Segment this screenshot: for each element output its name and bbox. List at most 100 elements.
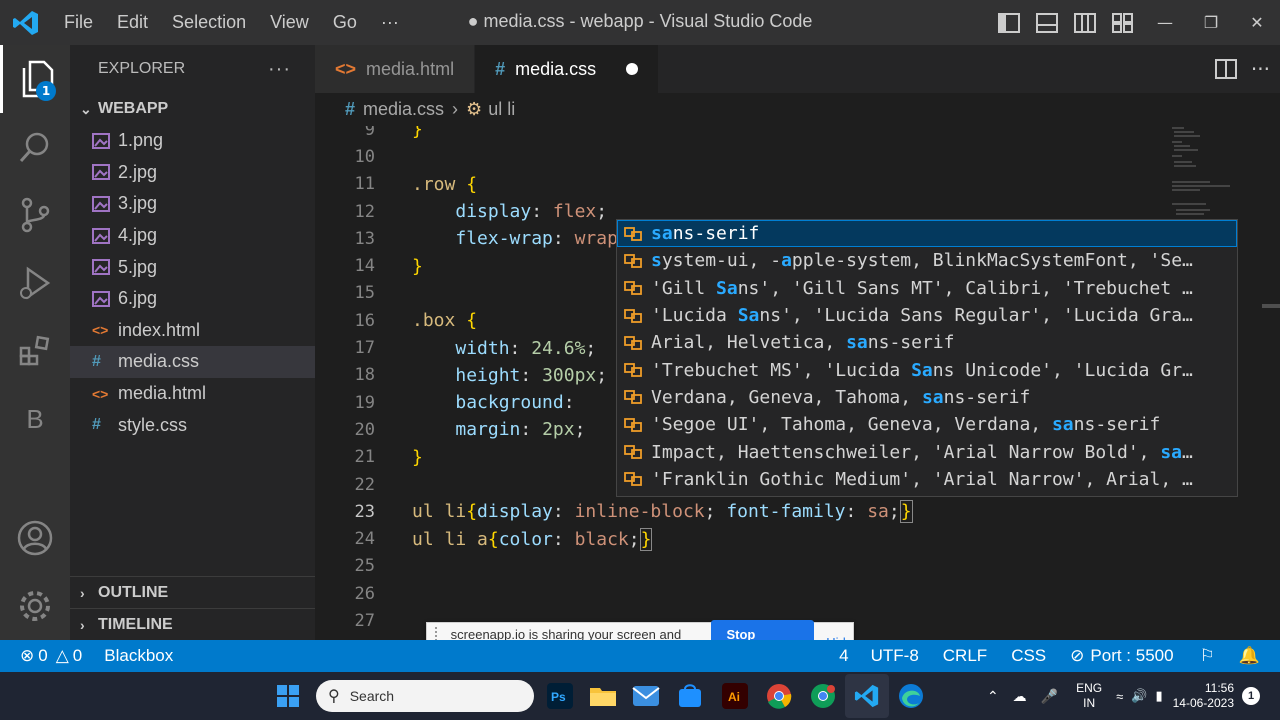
menu-selection[interactable]: Selection (160, 12, 258, 33)
extensions-activity[interactable] (0, 317, 70, 385)
problems-status[interactable]: ⊗ 0 △ 0 (0, 640, 92, 672)
battery-icon[interactable]: ▮ (1155, 688, 1162, 704)
eol-status[interactable]: CRLF (931, 640, 999, 672)
photoshop-icon[interactable]: Ps (538, 674, 582, 718)
language-indicator[interactable]: ENG IN (1076, 681, 1102, 711)
live-server-status[interactable]: ⊘ Port : 5500 (1058, 640, 1185, 672)
edge-icon[interactable] (889, 674, 933, 718)
wifi-icon[interactable]: ≈ (1116, 689, 1123, 704)
timeline-section[interactable]: › TIMELINE (70, 608, 315, 640)
chevron-up-icon[interactable]: ⌃ (987, 688, 999, 705)
customize-layout-icon[interactable] (1104, 0, 1142, 45)
outline-section[interactable]: › OUTLINE (70, 576, 315, 608)
cloud-icon[interactable]: ☁ (1013, 688, 1027, 705)
port-label: Port : 5500 (1090, 646, 1174, 665)
chrome-icon[interactable] (757, 674, 801, 718)
split-editor-icon[interactable] (1214, 59, 1237, 79)
volume-icon[interactable]: 🔊 (1131, 688, 1147, 704)
more-actions-icon[interactable]: ··· (1251, 57, 1270, 81)
code-line[interactable]: 23 ul li{display: inline-block; font-fami… (315, 498, 1165, 525)
encoding-status[interactable]: UTF-8 (859, 640, 931, 672)
suggestion-item[interactable]: 'Gill Sans', 'Gill Sans MT', Calibri, 'T… (617, 275, 1237, 302)
suggestion-item[interactable]: sans-serif (617, 220, 1237, 248)
code-line[interactable]: 10 (315, 143, 1165, 170)
source-control-activity[interactable] (0, 181, 70, 249)
file-item[interactable]: 5.jpg (70, 251, 315, 283)
file-name: index.html (118, 319, 201, 340)
tab-media-css[interactable]: # media.css (475, 45, 660, 93)
toggle-panel-icon[interactable] (1028, 0, 1066, 45)
blackbox-status[interactable]: Blackbox (92, 640, 183, 672)
run-debug-activity[interactable] (0, 249, 70, 317)
restore-icon[interactable]: ❐ (1188, 0, 1234, 45)
explorer-more-icon[interactable]: ··· (268, 58, 291, 81)
file-item[interactable]: 3.jpg (70, 188, 315, 220)
illustrator-icon[interactable]: Ai (713, 674, 757, 718)
column-status[interactable]: 4 (829, 640, 858, 672)
suggestion-label: system-ui, -apple-system, BlinkMacSystem… (651, 250, 1193, 272)
suggestion-item[interactable]: Arial, Helvetica, sans-serif (617, 329, 1237, 356)
close-icon[interactable]: ✕ (1234, 0, 1280, 45)
suggestion-item[interactable]: Verdana, Geneva, Tahoma, sans-serif (617, 384, 1237, 411)
breadcrumb-symbol[interactable]: ul li (488, 99, 515, 120)
menu-go[interactable]: Go (321, 12, 369, 33)
mail-icon[interactable] (624, 674, 668, 718)
notification-badge[interactable]: 1 (1242, 687, 1260, 705)
file-item[interactable]: # style.css (70, 409, 315, 441)
error-count: 0 (38, 646, 48, 665)
store-icon[interactable] (668, 674, 712, 718)
language-status[interactable]: CSS (999, 640, 1058, 672)
file-item[interactable]: 2.jpg (70, 157, 315, 189)
file-item[interactable]: # media.css (70, 346, 315, 378)
value-icon (623, 252, 645, 270)
line-number: 10 (354, 146, 375, 167)
value-icon (623, 416, 645, 434)
microphone-icon[interactable]: 🎤 (1041, 688, 1058, 705)
suggestion-item[interactable]: 'Trebuchet MS', 'Lucida Sans Unicode', '… (617, 356, 1237, 383)
toggle-sidebar-icon[interactable] (990, 0, 1028, 45)
code-line[interactable]: 26 (315, 580, 1165, 607)
file-item[interactable]: <> index.html (70, 315, 315, 347)
taskbar-search[interactable]: ⚲ Search (316, 680, 534, 712)
file-item[interactable]: 4.jpg (70, 220, 315, 252)
folder-label: WEBAPP (98, 100, 169, 117)
unsaved-dot-icon[interactable] (626, 63, 639, 75)
clock[interactable]: 11:56 14-06-2023 (1173, 681, 1234, 711)
suggestion-item[interactable]: Impact, Haettenschweiler, 'Arial Narrow … (617, 438, 1237, 465)
suggestion-item[interactable]: 'Lucida Sans', 'Lucida Sans Regular', 'L… (617, 302, 1237, 329)
suggestion-item[interactable]: 'Franklin Gothic Medium', 'Arial Narrow'… (617, 466, 1237, 493)
file-explorer-icon[interactable] (581, 674, 625, 718)
suggestion-item[interactable]: system-ui, -apple-system, BlinkMacSystem… (617, 247, 1237, 274)
code-line[interactable]: 25 (315, 553, 1165, 580)
file-item[interactable]: 1.png (70, 125, 315, 157)
menu-edit[interactable]: Edit (105, 12, 160, 33)
minimize-icon[interactable]: — (1142, 0, 1188, 45)
windows-start-icon[interactable] (266, 674, 310, 718)
notifications-bell-icon[interactable]: 🔔 (1229, 640, 1280, 672)
code-line[interactable]: 9} (315, 126, 1165, 143)
blackbox-activity[interactable]: B (0, 385, 70, 453)
tab-media-html[interactable]: <> media.html (315, 45, 476, 93)
menu-more[interactable]: ··· (369, 12, 411, 33)
settings-activity[interactable] (0, 572, 70, 640)
file-item[interactable]: 6.jpg (70, 283, 315, 315)
feedback-icon[interactable]: ⚐ (1186, 640, 1229, 672)
file-name: media.html (118, 383, 207, 404)
explorer-activity[interactable]: 1 (0, 45, 70, 113)
suggestion-item[interactable]: 'Segoe UI', Tahoma, Geneva, Verdana, san… (617, 411, 1237, 438)
vscode-taskbar-icon[interactable] (845, 674, 889, 718)
menu-view[interactable]: View (258, 12, 321, 33)
code-line[interactable]: 11 .row { (315, 171, 1165, 198)
search-activity[interactable] (0, 113, 70, 181)
breadcrumb-file[interactable]: media.css (363, 99, 444, 120)
chrome-profile-icon[interactable] (801, 674, 845, 718)
toggle-secondary-sidebar-icon[interactable] (1066, 0, 1104, 45)
accounts-activity[interactable] (0, 504, 70, 572)
folder-webapp[interactable]: ⌄ WEBAPP (70, 93, 315, 125)
file-item[interactable]: <> media.html (70, 378, 315, 410)
code-text: } (412, 126, 423, 141)
scrollbar-thumb[interactable] (1262, 304, 1280, 308)
menu-file[interactable]: File (52, 12, 105, 33)
code-line[interactable]: 24 ul li a{color: black;} (315, 526, 1165, 553)
chevron-right-icon: › (80, 616, 85, 633)
